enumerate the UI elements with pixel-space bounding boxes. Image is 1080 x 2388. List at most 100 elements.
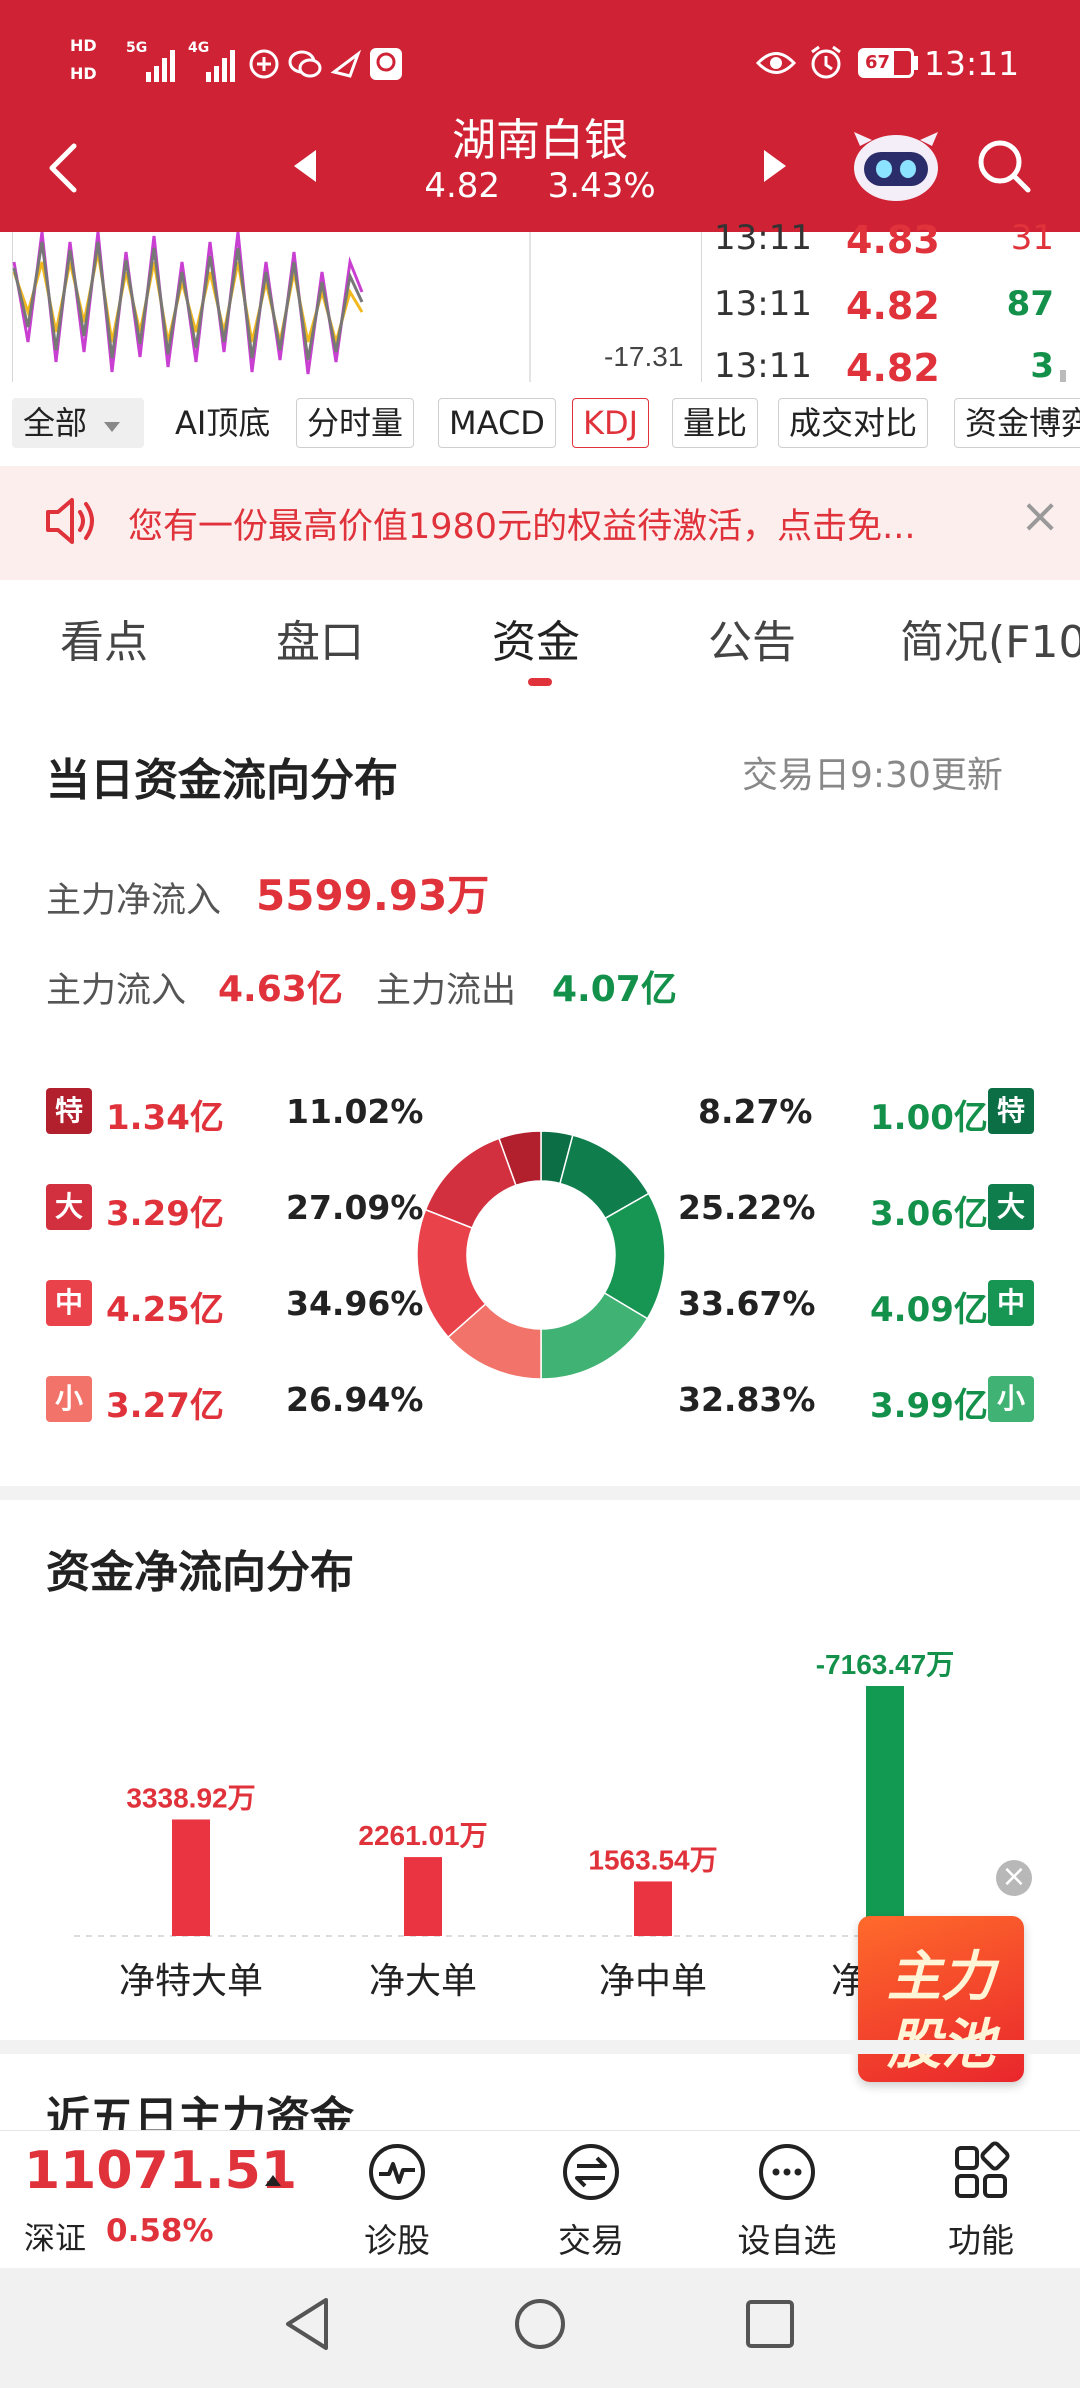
inflow-badge: 大 xyxy=(46,1184,92,1230)
more-dots-icon xyxy=(759,2144,815,2200)
tab-profile-f10[interactable]: 简况(F10) xyxy=(900,606,1080,670)
stock-change-pct: 3.43% xyxy=(547,166,656,206)
flow-donut-chart xyxy=(416,1130,666,1380)
outflow-badge: 中 xyxy=(988,1280,1034,1326)
update-note: 交易日9:30更新 xyxy=(742,755,1003,796)
system-recents-icon[interactable] xyxy=(744,2298,796,2350)
speaker-icon xyxy=(46,498,94,544)
tab-announcements[interactable]: 公告 xyxy=(708,606,796,670)
hd1-label: HD xyxy=(70,36,97,55)
inflow-value: 3.27亿 xyxy=(106,1386,224,1426)
robot-mascot-icon[interactable] xyxy=(850,128,942,204)
main-inflow-value: 4.63亿 xyxy=(218,969,343,1010)
index-change: 0.58% xyxy=(106,2213,214,2249)
net-flow-bar-label: 3338.92万 xyxy=(126,1782,255,1813)
tick-vol: 87 xyxy=(1006,284,1054,324)
outflow-value: 1.00亿 xyxy=(870,1098,988,1138)
up-arrow-icon xyxy=(265,2175,281,2186)
net-flow-bar-chart: 3338.92万 2261.01万 1563.54万 -7163.47万 xyxy=(74,1649,1010,1937)
net-flow-bar xyxy=(172,1819,210,1936)
kdj-chart: -17.31 xyxy=(12,232,702,382)
inflow-badge: 中 xyxy=(46,1280,92,1326)
tick-price: 4.82 xyxy=(846,346,940,390)
diagnose-icon xyxy=(369,2144,425,2200)
promo-close-icon[interactable]: × xyxy=(996,1860,1032,1896)
bird-icon xyxy=(330,49,362,78)
bank-icon xyxy=(370,48,402,80)
chip-kdj[interactable]: KDJ xyxy=(572,398,650,448)
tab-capital[interactable]: 资金 xyxy=(492,606,580,670)
chip-time-volume[interactable]: 分时量 xyxy=(296,398,415,448)
chip-capital-game[interactable]: 资金博弈 xyxy=(954,398,1080,448)
wechat-icon xyxy=(288,50,322,78)
chip-trade-compare[interactable]: 成交对比 xyxy=(778,398,929,448)
chip-ai-top-bottom[interactable]: AI顶底 xyxy=(164,398,282,448)
hd2-label: HD xyxy=(70,64,97,83)
nav-add-watchlist[interactable]: 设自选 xyxy=(722,2140,852,2262)
banner-text[interactable]: 您有一份最高价值1980元的权益待激活，点击免... xyxy=(128,498,915,549)
nav-diagnose-label: 诊股 xyxy=(364,2221,430,2260)
main-outflow-label: 主力流出 xyxy=(376,971,517,1011)
tick-time: 13:11 xyxy=(714,284,812,324)
active-tab-indicator xyxy=(528,678,552,686)
net-inflow-label: 主力净流入 xyxy=(46,881,222,921)
net-inflow-value: 5599.93万 xyxy=(256,871,490,920)
bar-category: 净大单 xyxy=(368,1961,477,2002)
chevron-down-icon xyxy=(104,422,121,432)
nav-functions-label: 功能 xyxy=(948,2221,1014,2260)
tab-highlights[interactable]: 看点 xyxy=(60,606,148,670)
outflow-badge: 大 xyxy=(988,1184,1034,1230)
nav-diagnose[interactable]: 诊股 xyxy=(332,2140,462,2262)
tick-vol: 31 xyxy=(1010,218,1054,258)
status-time: 13:11 xyxy=(924,44,1020,83)
chip-all-label: 全部 xyxy=(23,404,88,442)
system-back-icon[interactable] xyxy=(282,2296,332,2352)
tick-time: 13:11 xyxy=(714,346,812,386)
nav-functions[interactable]: 功能 xyxy=(916,2140,1046,2262)
outflow-pct: 8.27% xyxy=(698,1092,813,1131)
main-inflow-label: 主力流入 xyxy=(46,971,187,1011)
search-icon[interactable] xyxy=(976,138,1032,194)
outflow-value: 3.99亿 xyxy=(870,1386,988,1426)
outflow-badge: 小 xyxy=(988,1376,1034,1422)
battery-icon: 67 xyxy=(858,48,914,78)
signal2-icon xyxy=(206,50,235,82)
next-stock-icon[interactable] xyxy=(762,148,788,184)
scroll-handle[interactable] xyxy=(1060,370,1066,382)
banner-close-icon[interactable]: × xyxy=(1020,488,1060,544)
inflow-pct: 11.02% xyxy=(286,1092,424,1131)
mini-chart-area: -17.31 13:11 4.83 31 13:11 4.82 87 13:11… xyxy=(0,218,1080,390)
inflow-badge: 小 xyxy=(46,1376,92,1422)
flow-section-title: 当日资金流向分布 xyxy=(46,755,398,806)
trade-icon xyxy=(563,2144,619,2200)
inflow-value: 3.29亿 xyxy=(106,1194,224,1234)
index-value[interactable]: 11071.51 xyxy=(24,2141,297,2201)
system-home-icon[interactable] xyxy=(512,2296,568,2352)
outflow-pct: 33.67% xyxy=(678,1284,816,1323)
chip-all[interactable]: 全部 xyxy=(12,398,144,448)
tick-time: 13:11 xyxy=(714,218,812,258)
tab-order-book[interactable]: 盘口 xyxy=(276,606,364,670)
net-flow-bar-label: 1563.54万 xyxy=(588,1844,717,1875)
net-flow-bar-label: -7163.47万 xyxy=(816,1649,955,1680)
net-section-title: 资金净流向分布 xyxy=(46,1547,354,1598)
grid-icon xyxy=(955,2141,1010,2198)
inflow-value: 1.34亿 xyxy=(106,1098,224,1138)
nav-trade-label: 交易 xyxy=(558,2221,624,2260)
status-left: HD HD 5G 4G xyxy=(68,36,428,96)
tick-row: 13:11 4.82 3 xyxy=(714,336,1060,398)
index-name: 深证 xyxy=(24,2221,86,2257)
nav-trade[interactable]: 交易 xyxy=(526,2140,656,2262)
tick-price: 4.82 xyxy=(846,284,940,328)
signal1-icon xyxy=(146,50,175,82)
floating-promo[interactable]: 主力 股池 xyxy=(858,1916,1024,2082)
chip-macd[interactable]: MACD xyxy=(438,398,556,448)
tick-row: 13:11 4.82 87 xyxy=(714,274,1060,336)
chip-volume-ratio[interactable]: 量比 xyxy=(672,398,759,448)
bar-category: 净中单 xyxy=(598,1961,707,2002)
promo-banner[interactable]: 您有一份最高价值1980元的权益待激活，点击免... × xyxy=(0,466,1080,580)
kdj-low-label: -17.31 xyxy=(604,341,683,372)
system-nav-bar xyxy=(0,2268,1080,2388)
inflow-value: 4.25亿 xyxy=(106,1290,224,1330)
outflow-pct: 32.83% xyxy=(678,1380,816,1419)
